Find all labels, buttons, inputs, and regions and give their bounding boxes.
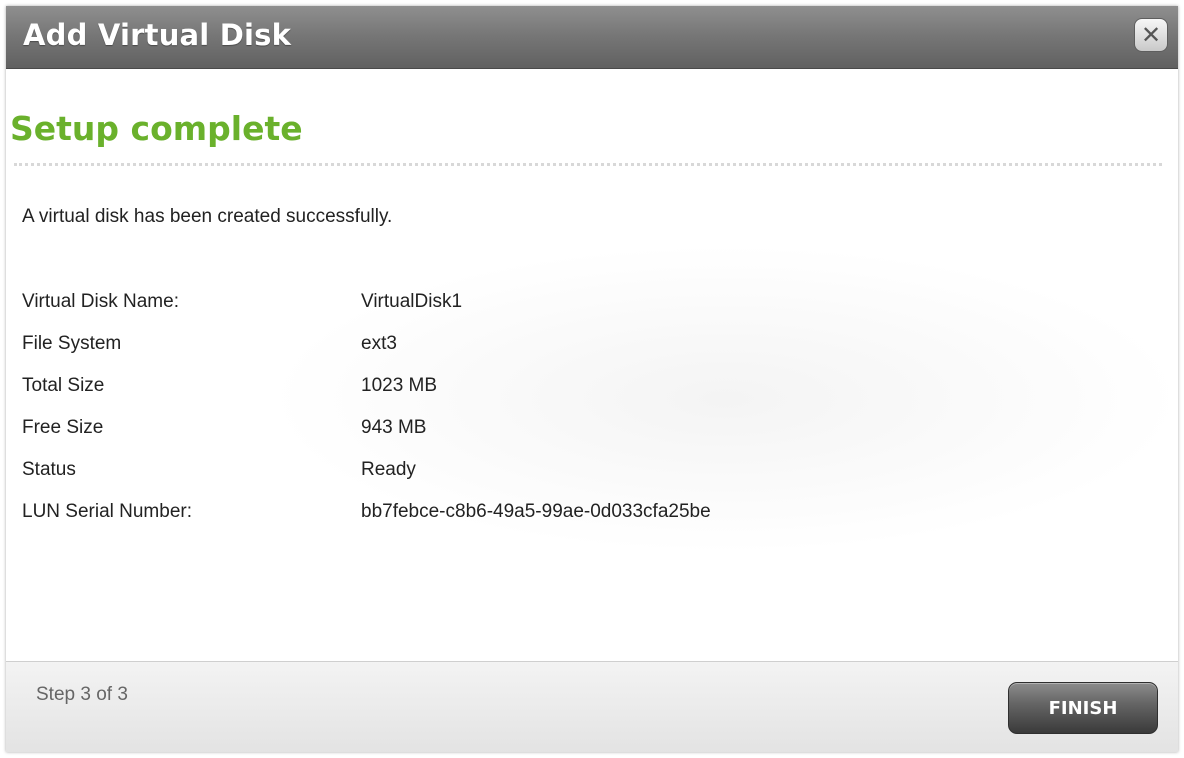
detail-row: Status Ready [22, 459, 1122, 489]
success-message: A virtual disk has been created successf… [22, 206, 393, 227]
detail-label: Free Size [22, 417, 104, 438]
detail-row: Virtual Disk Name: VirtualDisk1 [22, 291, 1122, 321]
detail-row: File System ext3 [22, 333, 1122, 363]
detail-label: Status [22, 459, 76, 480]
detail-label: LUN Serial Number: [22, 501, 192, 522]
finish-button[interactable]: FINISH [1008, 682, 1158, 734]
close-icon[interactable]: ✕ [1134, 18, 1168, 52]
detail-value: bb7febce-c8b6-49a5-99ae-0d033cfa25be [361, 501, 711, 522]
step-indicator: Step 3 of 3 [36, 684, 128, 705]
detail-value: Ready [361, 459, 416, 480]
detail-row: Total Size 1023 MB [22, 375, 1122, 405]
dialog-title: Add Virtual Disk [23, 18, 292, 52]
detail-value: VirtualDisk1 [361, 291, 463, 312]
dialog-content: Setup complete A virtual disk has been c… [6, 69, 1178, 661]
detail-row: Free Size 943 MB [22, 417, 1122, 447]
add-virtual-disk-dialog: Add Virtual Disk ✕ Setup complete A virt… [6, 6, 1178, 752]
detail-label: Total Size [22, 375, 105, 396]
detail-row: LUN Serial Number: bb7febce-c8b6-49a5-99… [22, 501, 1122, 531]
detail-value: 943 MB [361, 417, 427, 438]
dotted-divider [14, 163, 1162, 166]
dialog-footer: Step 3 of 3 FINISH [6, 661, 1178, 752]
title-bar: Add Virtual Disk ✕ [6, 6, 1178, 69]
detail-value: 1023 MB [361, 375, 438, 396]
detail-value: ext3 [361, 333, 397, 354]
page-title: Setup complete [10, 109, 303, 148]
detail-label: Virtual Disk Name: [22, 291, 179, 312]
detail-label: File System [22, 333, 122, 354]
